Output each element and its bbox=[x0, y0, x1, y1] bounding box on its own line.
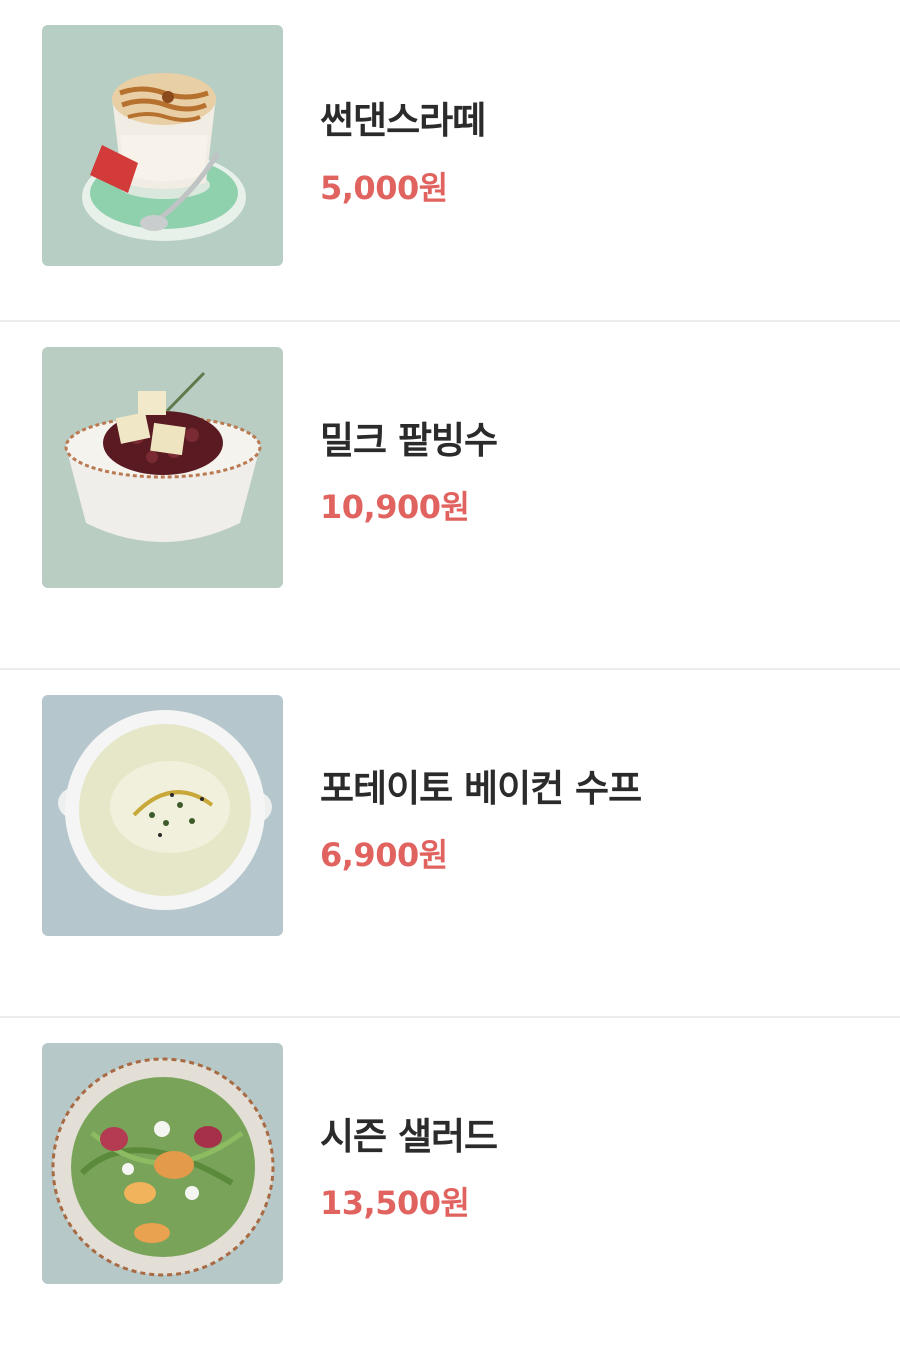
menu-item-image-season-salad[interactable] bbox=[42, 1043, 283, 1284]
menu-item-price: 10,900원 bbox=[320, 488, 470, 526]
menu-item-name: 포테이토 베이컨 수프 bbox=[320, 767, 642, 810]
menu-item[interactable]: 밀크 팥빙수 10,900원 bbox=[0, 320, 900, 668]
menu-item-price: 13,500원 bbox=[320, 1184, 470, 1222]
menu-item-name: 시즌 샐러드 bbox=[320, 1115, 498, 1158]
menu-item-name: 밀크 팥빙수 bbox=[320, 419, 498, 462]
menu-list: 썬댄스라떼 5,000원 밀크 팥빙수 10,900원 포테이토 베이컨 수프 … bbox=[0, 0, 900, 1364]
menu-item-image-milk-patbingsu[interactable] bbox=[42, 347, 283, 588]
menu-item-name: 썬댄스라떼 bbox=[320, 99, 486, 142]
menu-item[interactable]: 썬댄스라떼 5,000원 bbox=[0, 0, 900, 320]
menu-item[interactable]: 포테이토 베이컨 수프 6,900원 bbox=[0, 668, 900, 1016]
menu-item-price: 6,900원 bbox=[320, 836, 448, 874]
menu-item-price: 5,000원 bbox=[320, 169, 448, 207]
menu-item[interactable]: 시즌 샐러드 13,500원 bbox=[0, 1016, 900, 1364]
menu-item-image-potato-bacon-soup[interactable] bbox=[42, 695, 283, 936]
menu-item-image-sundance-latte[interactable] bbox=[42, 25, 283, 266]
